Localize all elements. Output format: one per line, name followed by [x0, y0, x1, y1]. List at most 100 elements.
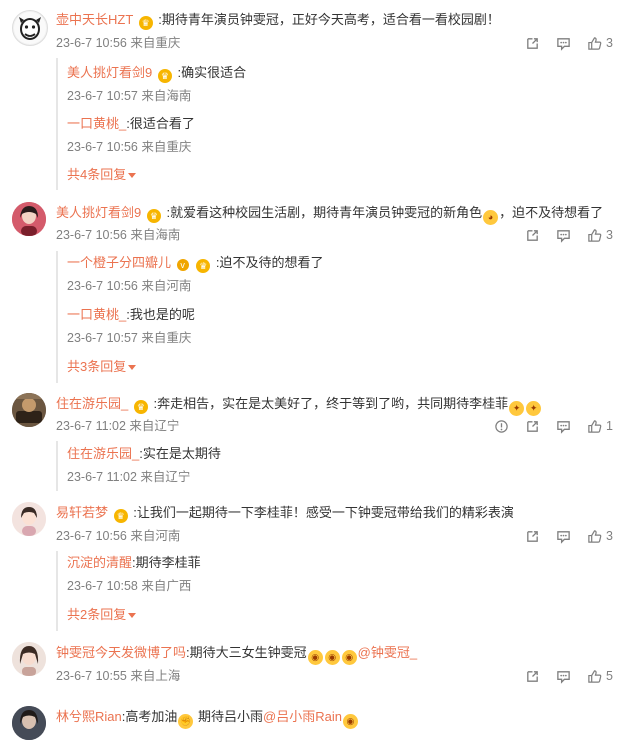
share-icon: [527, 229, 538, 241]
comment-body: 壶中天长HZT ♛ :期待青年演员钟雯冠，正好今天高考，适合看一看校园剧！: [56, 11, 500, 30]
comment-button[interactable]: [556, 228, 571, 243]
comment-text: :高考加油: [121, 709, 178, 724]
comment-actions: 3: [525, 527, 613, 545]
comment-text: :就爱看这种校园生活剧，期待青年演员钟雯冠的新角色: [166, 205, 483, 220]
share-icon: [527, 670, 538, 682]
comment-meta: 23-6-7 10:56 来自河南: [56, 529, 181, 543]
comment-body: 易轩若梦 ♛ :让我们一起期待一下李桂菲！感受一下钟雯冠带给我们的精彩表演: [56, 504, 514, 523]
reply-body: 一口黄桃_:很适合看了: [67, 115, 195, 133]
more-replies-label: 共3条回复: [67, 359, 127, 374]
like-button[interactable]: 5: [587, 669, 613, 684]
share-button[interactable]: [525, 529, 540, 544]
comment-icon: [557, 37, 570, 51]
like-count: 3: [606, 36, 613, 50]
reply-text: :我也是的呢: [126, 307, 195, 322]
avatar[interactable]: [12, 10, 48, 46]
comment-actions: 5: [525, 667, 613, 685]
comment-text: :期待青年演员钟雯冠，正好今天高考，适合看一看校园剧！: [158, 12, 500, 27]
comment-username[interactable]: 林兮熙Rian: [56, 709, 122, 724]
avatar[interactable]: [12, 642, 46, 676]
avatar[interactable]: [12, 202, 46, 236]
share-button[interactable]: [525, 228, 540, 243]
comment-body: 美人挑灯看剑9 ♛ :就爱看这种校园生活剧，期待青年演员钟雯冠的新角色 ◕ ，迫不及…: [56, 204, 603, 225]
reply-meta: 23-6-7 10:57 来自重庆: [67, 331, 192, 345]
comment-meta: 23-6-7 11:02 来自辽宁: [56, 419, 180, 433]
crown-badge-icon: ♛: [113, 509, 128, 523]
reply-username[interactable]: 一口黄桃_: [67, 116, 126, 131]
reply-body: 沉淀的清醒:期待李桂菲: [67, 554, 201, 572]
reply-list: 沉淀的清醒:期待李桂菲 23-6-7 10:58 来自广西 共2条回复: [56, 551, 618, 631]
like-button[interactable]: 3: [587, 529, 613, 544]
reply-meta: 23-6-7 11:02 来自辽宁: [67, 470, 191, 484]
comment-icon: [557, 670, 570, 684]
reply-text: :确实很适合: [177, 65, 247, 80]
like-button[interactable]: 3: [587, 228, 613, 243]
scream-emoji-icon: ◉: [342, 714, 358, 729]
scream-emoji-icon: ◉: [307, 650, 323, 665]
comment-icon: [557, 229, 570, 243]
comment-button[interactable]: [556, 419, 571, 434]
chevron-down-icon: [128, 365, 137, 370]
reply-username[interactable]: 美人挑灯看剑9: [67, 65, 152, 80]
reply-meta: 23-6-7 10:58 来自广西: [67, 579, 192, 593]
comment-button[interactable]: [556, 529, 571, 544]
comment-username[interactable]: 钟雯冠今天发微博了吗: [56, 645, 186, 660]
comment-text: :期待大三女生钟雯冠: [186, 645, 307, 660]
comment-actions: 1: [494, 417, 613, 435]
comment-icon: [557, 530, 570, 544]
verified-badge-icon: v: [176, 259, 189, 271]
comment-text: ，迫不及待想看了: [499, 205, 604, 220]
share-icon: [527, 530, 538, 542]
like-button[interactable]: 1: [587, 419, 613, 434]
report-icon: [495, 419, 508, 433]
comment-actions: 3: [525, 226, 613, 244]
crown-badge-icon: ♛: [133, 400, 148, 414]
reply-username[interactable]: 住在游乐园_: [67, 446, 139, 461]
more-replies-link[interactable]: 共4条回复: [67, 166, 137, 184]
more-replies-link[interactable]: 共2条回复: [67, 606, 137, 624]
comment-username[interactable]: 住在游乐园_: [56, 396, 128, 411]
comment-body: 林兮熙Rian:高考加油 ✊ 期待吕小雨@吕小雨Rain ◉: [56, 708, 359, 729]
share-icon: [527, 420, 538, 432]
mention-link[interactable]: @吕小雨Rain: [263, 709, 342, 724]
comment-button[interactable]: [556, 36, 571, 51]
reply-username[interactable]: 一口黄桃_: [67, 307, 126, 322]
avatar[interactable]: [12, 393, 46, 427]
mention-link[interactable]: @钟雯冠_: [358, 645, 417, 660]
avatar[interactable]: [12, 706, 46, 740]
comment-username[interactable]: 美人挑灯看剑9: [56, 205, 141, 220]
thumbs-up-icon: [588, 419, 602, 433]
share-button[interactable]: [525, 669, 540, 684]
avatar[interactable]: [12, 502, 46, 536]
comment-meta: 23-6-7 10:56 来自海南: [56, 228, 181, 242]
comment-username[interactable]: 易轩若梦: [56, 505, 108, 520]
like-count: 5: [606, 669, 613, 683]
report-button[interactable]: [494, 419, 509, 434]
reply-text: :实在是太期待: [139, 446, 221, 461]
reply-list: 一个橙子分四瓣儿 v ♛ :迫不及待的想看了 23-6-7 10:56 来自河南…: [56, 251, 618, 383]
reply-list: 住在游乐园_:实在是太期待 23-6-7 11:02 来自辽宁: [56, 441, 618, 491]
comment-actions: 3: [525, 34, 613, 52]
comment-button[interactable]: [556, 669, 571, 684]
thumbs-up-icon: [588, 228, 602, 242]
comment-body: 钟雯冠今天发微博了吗:期待大三女生钟雯冠 ◉ ◉ ◉ @钟雯冠_: [56, 644, 417, 665]
share-icon: [527, 37, 538, 49]
share-button[interactable]: [525, 36, 540, 51]
more-replies-link[interactable]: 共3条回复: [67, 358, 137, 376]
chevron-down-icon: [128, 173, 137, 178]
share-button[interactable]: [525, 419, 540, 434]
thumbs-up-icon: [588, 669, 602, 683]
reply-meta: 23-6-7 10:56 来自河南: [67, 279, 192, 293]
crying-emoji-icon: ◕: [483, 210, 499, 225]
thumbs-up-icon: [588, 529, 602, 543]
like-count: 3: [606, 529, 613, 543]
reply-list: 美人挑灯看剑9 ♛ :确实很适合 23-6-7 10:57 来自海南 一口黄桃_…: [56, 58, 618, 190]
cheer-emoji-icon: ✦: [509, 401, 525, 416]
like-count: 3: [606, 228, 613, 242]
comment-meta: 23-6-7 10:55 来自上海: [56, 669, 181, 683]
comment-username[interactable]: 壶中天长HZT: [56, 12, 133, 27]
comment-body: 住在游乐园_ ♛ :奔走相告，实在是太美好了，终于等到了哟，共同期待李桂菲 ✦ ✦: [56, 395, 542, 416]
reply-username[interactable]: 一个橙子分四瓣儿: [67, 255, 171, 270]
like-button[interactable]: 3: [587, 36, 613, 51]
reply-username[interactable]: 沉淀的清醒: [67, 555, 132, 570]
